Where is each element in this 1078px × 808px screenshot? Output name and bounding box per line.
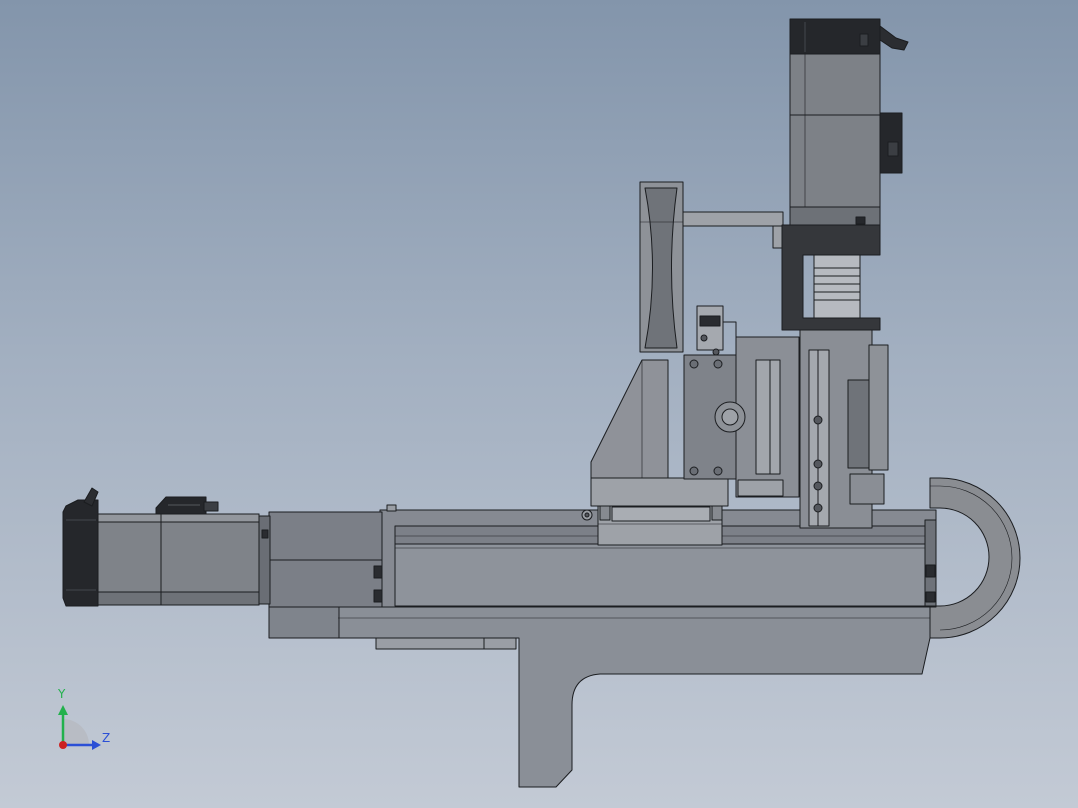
cad-model-side-view[interactable]: [0, 0, 1078, 808]
sensor-bracket[interactable]: [696, 305, 737, 357]
motor-coupling-housing[interactable]: [258, 511, 383, 608]
flexible-coupling[interactable]: [813, 254, 861, 319]
orientation-triad: [58, 705, 101, 750]
vertical-servo-motor[interactable]: [789, 18, 909, 226]
rail-carriage[interactable]: [581, 502, 723, 546]
rotary-actuator-block[interactable]: [683, 336, 800, 498]
triad-plane-indicator: [63, 719, 89, 745]
vertical-z-slide[interactable]: [799, 327, 889, 529]
cable-carrier[interactable]: [929, 477, 1021, 639]
triad-y-label: Y: [58, 687, 66, 701]
x-axis-dot: [59, 741, 67, 749]
triad-z-label: Z: [102, 731, 111, 745]
horizontal-servo-motor[interactable]: [62, 487, 260, 607]
cad-viewport[interactable]: Y Z: [0, 0, 1078, 808]
base-mount-bracket[interactable]: [268, 606, 937, 788]
z-axis-arrowhead: [92, 740, 101, 750]
y-axis-arrowhead: [58, 705, 68, 715]
